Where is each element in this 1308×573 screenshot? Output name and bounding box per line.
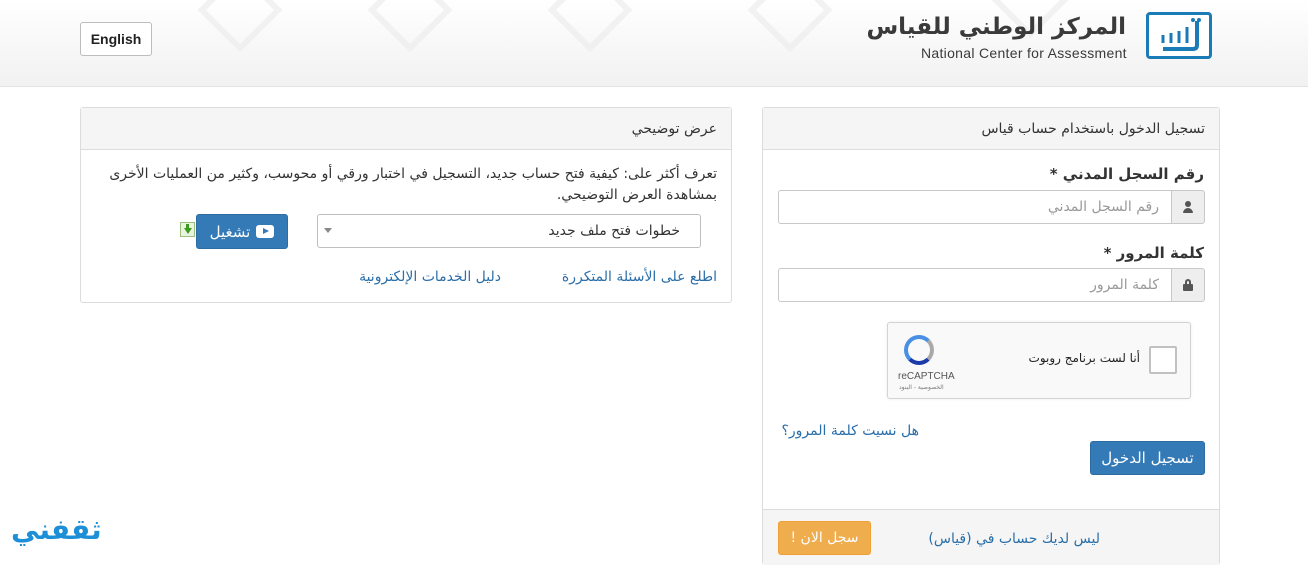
demo-panel-title: عرض توضيحي [81,108,731,150]
recaptcha-logo-icon [904,335,934,365]
forgot-password-link[interactable]: هل نسيت كلمة المرور؟ [781,423,919,439]
password-label: كلمة المرور * [1103,244,1204,262]
site-header: English المركز الوطني للقياس National Ce… [0,0,1308,87]
password-addon [1171,268,1205,302]
demo-description: تعرف أكثر على: كيفية فتح حساب جديد، التس… [109,166,717,203]
user-icon [1182,201,1194,213]
recaptcha-brand: reCAPTCHA [898,371,955,382]
login-footer: ليس لديك حساب في (قياس) سجل الان ! [763,509,1219,565]
demo-select[interactable]: خطوات فتح ملف جديد [317,214,701,248]
play-button[interactable]: تشغيل [196,214,288,249]
qiyas-logo-icon[interactable] [1146,12,1212,59]
demo-select-value: خطوات فتح ملف جديد [548,223,680,239]
header-pattern [747,0,833,53]
services-guide-link[interactable]: دليل الخدمات الإلكترونية [359,269,501,285]
header-pattern [367,0,453,53]
watermark-logo: ثقفني [11,513,103,546]
play-button-label: تشغيل [209,222,251,241]
login-panel: تسجيل الدخول باستخدام حساب قياس رقم السج… [762,107,1220,565]
id-label: رقم السجل المدني * [1049,165,1204,183]
no-account-text: ليس لديك حساب في (قياس) [928,531,1100,547]
logo-title-english: National Center for Assessment [921,45,1127,61]
faq-link[interactable]: اطلع على الأسئلة المتكررة [562,269,717,285]
logo-title-arabic: المركز الوطني للقياس [866,14,1126,40]
play-video-icon [256,225,275,238]
register-button[interactable]: سجل الان ! [778,521,871,555]
download-icon[interactable] [180,222,195,237]
header-pattern [197,0,283,53]
login-button[interactable]: تسجيل الدخول [1090,441,1205,475]
login-panel-title: تسجيل الدخول باستخدام حساب قياس [763,108,1219,150]
id-input[interactable]: رقم السجل المدني [778,190,1171,224]
recaptcha-label: أنا لست برنامج روبوت [1028,351,1140,365]
language-button[interactable]: English [80,22,152,56]
id-input-group: رقم السجل المدني [778,190,1205,224]
header-pattern [547,0,633,53]
chevron-down-icon [324,228,332,233]
recaptcha-terms[interactable]: الخصوصية - البنود [899,384,944,391]
password-input-group: كلمة المرور [778,268,1205,302]
demo-panel: عرض توضيحي تعرف أكثر على: كيفية فتح حساب… [80,107,732,303]
lock-icon [1183,279,1193,291]
recaptcha-widget: أنا لست برنامج روبوت reCAPTCHA الخصوصية … [887,322,1191,399]
password-input[interactable]: كلمة المرور [778,268,1171,302]
id-addon [1171,190,1205,224]
recaptcha-checkbox[interactable] [1149,346,1177,374]
